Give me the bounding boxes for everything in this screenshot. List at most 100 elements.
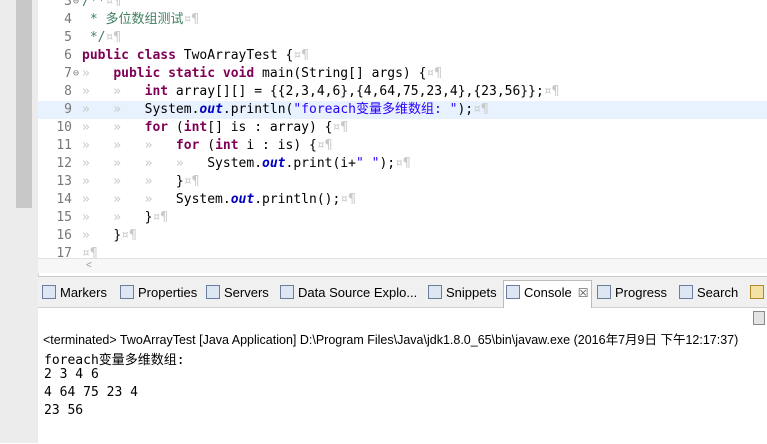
code-token: » » » bbox=[82, 192, 176, 207]
line-number: 10 bbox=[56, 120, 72, 135]
line-number: 3 bbox=[64, 0, 72, 9]
code-token: System. bbox=[207, 156, 263, 171]
code-token: out bbox=[230, 192, 255, 207]
tab-label: Snippets bbox=[446, 285, 497, 300]
markers-icon bbox=[42, 285, 56, 299]
code-token: ¤¶ bbox=[316, 138, 333, 153]
code-token: int bbox=[144, 84, 169, 99]
code-line[interactable]: 3 ⊖/**¤¶ bbox=[38, 0, 767, 11]
code-token: ¤¶ bbox=[543, 84, 560, 99]
code-token: } bbox=[113, 228, 122, 243]
code-text: » » }¤¶ bbox=[82, 209, 168, 227]
code-editor[interactable]: 3 ⊖/**¤¶ 4 * 多位数组测试¤¶ 5 */¤¶ 6 public class T… bbox=[38, 0, 767, 258]
properties-icon bbox=[120, 285, 134, 299]
code-line[interactable]: 5 */¤¶ bbox=[38, 29, 767, 47]
tab-search[interactable]: Search bbox=[677, 281, 741, 305]
line-number: 5 bbox=[64, 30, 72, 45]
vertical-scrollbar-thumb[interactable] bbox=[16, 0, 32, 208]
code-token: ¤¶ bbox=[426, 66, 443, 81]
code-token: int bbox=[183, 120, 208, 135]
bottom-view-panel: Markers Properties Servers Data Source Expl… bbox=[38, 276, 767, 444]
code-token: ¤¶ bbox=[121, 228, 137, 243]
code-text: » » for (int[] is : array) {¤¶ bbox=[82, 119, 348, 137]
console-output-line: foreach变量多维数组: bbox=[44, 353, 185, 368]
code-token: » » bbox=[82, 210, 145, 225]
code-token: } bbox=[175, 174, 184, 189]
code-line[interactable]: 14 » » » System.out.println();¤¶ bbox=[38, 191, 767, 209]
code-line[interactable]: 10 » » for (int[] is : array) {¤¶ bbox=[38, 119, 767, 137]
code-text: /**¤¶ bbox=[82, 0, 121, 11]
tab-console[interactable]: Console ☒ bbox=[503, 280, 593, 308]
code-token: public bbox=[113, 66, 161, 81]
view-overflow-icon[interactable] bbox=[750, 281, 767, 305]
code-token: i : is) { bbox=[238, 138, 317, 153]
code-text: » » » }¤¶ bbox=[82, 173, 199, 191]
console-toolbar bbox=[38, 308, 767, 326]
data-source-icon bbox=[280, 285, 294, 299]
code-token: ( bbox=[168, 120, 184, 135]
code-token: public bbox=[82, 48, 129, 63]
code-line[interactable]: 15 » » }¤¶ bbox=[38, 209, 767, 227]
line-number: 17 bbox=[56, 246, 72, 258]
view-menu-icon bbox=[750, 285, 764, 299]
editor-horizontal-scrollbar[interactable]: < bbox=[38, 258, 767, 273]
code-token: ); bbox=[457, 102, 474, 117]
code-line[interactable]: 6 public class TwoArrayTest {¤¶ bbox=[38, 47, 767, 65]
close-icon[interactable]: ☒ bbox=[578, 286, 589, 300]
tab-markers[interactable]: Markers bbox=[40, 281, 110, 305]
fold-toggle-icon[interactable]: ⊖ bbox=[73, 0, 81, 11]
tab-servers[interactable]: Servers bbox=[204, 281, 272, 305]
code-token: » » » bbox=[82, 174, 176, 189]
code-token: int bbox=[215, 138, 239, 153]
tab-label: Console bbox=[524, 285, 572, 300]
code-token: ¤¶ bbox=[395, 156, 411, 171]
code-line[interactable]: 7 ⊖» public static void main(String[] arg… bbox=[38, 65, 767, 83]
code-line[interactable]: 12 » » » » System.out.print(i+" ");¤¶ bbox=[38, 155, 767, 173]
code-token: System. bbox=[175, 192, 231, 207]
code-token: ¤¶ bbox=[340, 192, 356, 207]
line-number: 15 bbox=[56, 210, 72, 225]
code-token: [] is : array) { bbox=[207, 120, 333, 135]
code-line[interactable]: 4 * 多位数组测试¤¶ bbox=[38, 11, 767, 29]
code-token: main(String[] args) { bbox=[254, 66, 427, 81]
code-line[interactable]: 17 ¤¶ bbox=[38, 245, 767, 258]
code-line[interactable]: 9 » » System.out.println("foreach变量多维数组: … bbox=[38, 101, 767, 119]
tab-label: Data Source Explo... bbox=[298, 285, 418, 300]
tab-snippets[interactable]: Snippets bbox=[426, 281, 500, 305]
line-number: 4 bbox=[64, 12, 72, 27]
tab-properties[interactable]: Properties bbox=[118, 281, 200, 305]
scroll-left-arrow-icon[interactable]: < bbox=[86, 259, 92, 273]
code-token: array[][] = {{2,3,4,6},{4,64,75,23,4},{2… bbox=[168, 84, 544, 99]
code-token: " " bbox=[355, 156, 380, 171]
code-line[interactable]: 13 » » » }¤¶ bbox=[38, 173, 767, 191]
code-line[interactable]: 11 » » » for (int i : is) {¤¶ bbox=[38, 137, 767, 155]
code-token: .print(i+ bbox=[285, 156, 356, 171]
code-token: » » bbox=[82, 120, 145, 135]
code-token: ¤¶ bbox=[82, 246, 98, 258]
toolbar-button-icon[interactable] bbox=[753, 311, 765, 325]
code-line[interactable]: 8 » » int array[][] = {{2,3,4,6},{4,64,75… bbox=[38, 83, 767, 101]
code-token: "foreach变量多维数组: " bbox=[293, 102, 458, 117]
code-token: » bbox=[82, 228, 114, 243]
console-icon bbox=[506, 285, 520, 299]
code-token: ¤¶ bbox=[105, 0, 122, 9]
line-number: 8 bbox=[64, 84, 72, 99]
code-text: » » System.out.println("foreach变量多维数组: "… bbox=[82, 101, 489, 119]
console-output-line: 23 56 bbox=[44, 403, 84, 418]
line-number: 16 bbox=[56, 228, 72, 243]
tab-label: Progress bbox=[615, 285, 668, 300]
tab-progress[interactable]: Progress bbox=[595, 281, 670, 305]
code-token: » » bbox=[82, 102, 145, 117]
fold-toggle-icon[interactable]: ⊖ bbox=[73, 65, 81, 83]
code-text: » » » » System.out.print(i+" ");¤¶ bbox=[82, 155, 411, 173]
tab-data-source-explo[interactable]: Data Source Explo... bbox=[278, 281, 420, 305]
code-text: » public static void main(String[] args)… bbox=[82, 65, 442, 83]
code-token: out bbox=[199, 102, 223, 117]
code-token: .println( bbox=[222, 102, 294, 117]
code-token: for bbox=[144, 120, 169, 135]
progress-icon bbox=[597, 285, 611, 299]
code-token: ( bbox=[199, 138, 216, 153]
view-tab-bar: Markers Properties Servers Data Source Expl… bbox=[38, 277, 767, 308]
code-line[interactable]: 16 » }¤¶ bbox=[38, 227, 767, 245]
